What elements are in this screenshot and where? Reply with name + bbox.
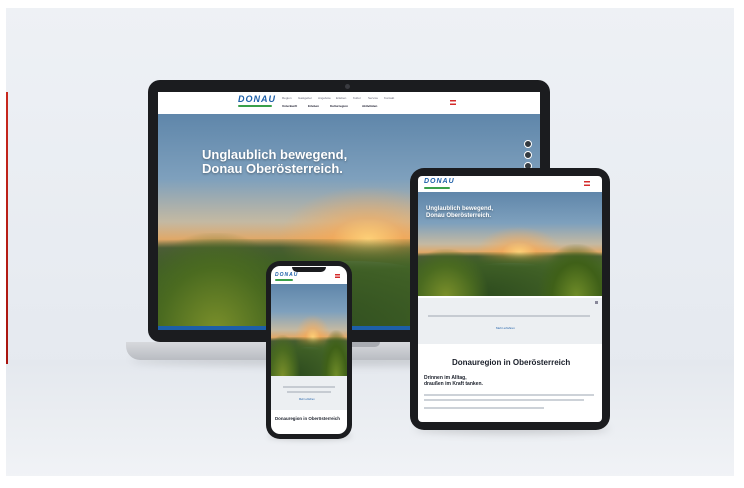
phone-notch [292, 267, 326, 272]
body-text-line [424, 407, 544, 409]
main-nav-item[interactable]: Erleben [308, 104, 319, 108]
body-text-line [424, 394, 594, 396]
section-subtitle: Drinnen im Alltag, draußen im Kraft tank… [424, 375, 483, 388]
donau-logo[interactable]: DONAU [238, 94, 276, 104]
trees-left [271, 334, 300, 376]
hero-headline: Unglaublich bewegend, Donau Oberösterrei… [202, 147, 348, 177]
hero-line-2: Donau Oberösterreich. [202, 161, 343, 177]
camera-icon [345, 84, 350, 89]
phone-screen: DONAU Mehr erfahren Donauregion in Oberö… [271, 266, 347, 434]
nav-item[interactable]: Angebote [318, 96, 331, 100]
frame-edge [0, 476, 744, 488]
nav-item[interactable]: Region [282, 96, 292, 100]
notice-text-line [287, 391, 331, 393]
logo-wave [424, 187, 450, 189]
frame-edge [0, 0, 744, 8]
main-nav-item[interactable]: Unterkunft [282, 104, 297, 108]
product-mockup: DONAU Region Gastgeber Angebote Erleben … [0, 0, 744, 488]
section-title: Donauregion in Oberösterreich [275, 416, 340, 421]
hero-image [271, 284, 347, 376]
cookie-notice: Mehr erfahren [418, 298, 602, 344]
logo-wave [275, 279, 293, 281]
logo-wave [238, 105, 272, 107]
main-nav-item[interactable]: Kulturregion [330, 104, 348, 108]
subtitle-line-2: draußen im Kraft tanken. [424, 380, 483, 387]
section-title: Donauregion in Oberösterreich [452, 358, 571, 367]
language-flag-icon[interactable] [450, 100, 456, 105]
notice-text-line [428, 315, 590, 317]
trees-right [320, 330, 347, 376]
frame-edge [734, 0, 744, 488]
trees-left [418, 249, 488, 296]
hero-line-1: Unglaublich bewegend, [426, 206, 494, 212]
search-icon[interactable] [524, 151, 532, 159]
language-flag-icon[interactable] [335, 274, 340, 278]
donau-logo[interactable]: DONAU [275, 272, 298, 278]
nav-item[interactable]: Erleben [336, 96, 346, 100]
nav-item[interactable]: Kultur [353, 96, 361, 100]
laptop-navbar: DONAU Region Gastgeber Angebote Erleben … [158, 92, 540, 115]
donau-logo[interactable]: DONAU [424, 178, 455, 185]
cookie-notice: Mehr erfahren [271, 376, 347, 410]
hero-line-2: Donau Oberösterreich. [426, 212, 492, 219]
notice-text-line [283, 386, 335, 388]
tablet-screen: DONAU Unglaublich bewegend, Donau Oberös… [418, 176, 602, 422]
hero-headline: Unglaublich bewegend, Donau Oberösterrei… [426, 206, 493, 219]
floor-surface [6, 360, 734, 478]
trees-right [537, 244, 602, 296]
hero-line-1: Unglaublich bewegend, [202, 147, 348, 162]
notice-link[interactable]: Mehr erfahren [496, 326, 515, 330]
body-text-line [424, 399, 584, 401]
nav-item[interactable]: Gastgeber [298, 96, 312, 100]
notice-link[interactable]: Mehr erfahren [299, 398, 315, 401]
share-icon[interactable] [524, 140, 532, 148]
main-nav-item[interactable]: Aktivitäten [362, 104, 377, 108]
language-flag-icon[interactable] [584, 181, 590, 186]
close-icon[interactable] [595, 301, 598, 304]
hero-image: Unglaublich bewegend, Donau Oberösterrei… [418, 192, 602, 296]
nav-item[interactable]: Service [368, 96, 378, 100]
nav-item[interactable]: Kontakt [384, 96, 394, 100]
frame-edge [0, 0, 6, 488]
